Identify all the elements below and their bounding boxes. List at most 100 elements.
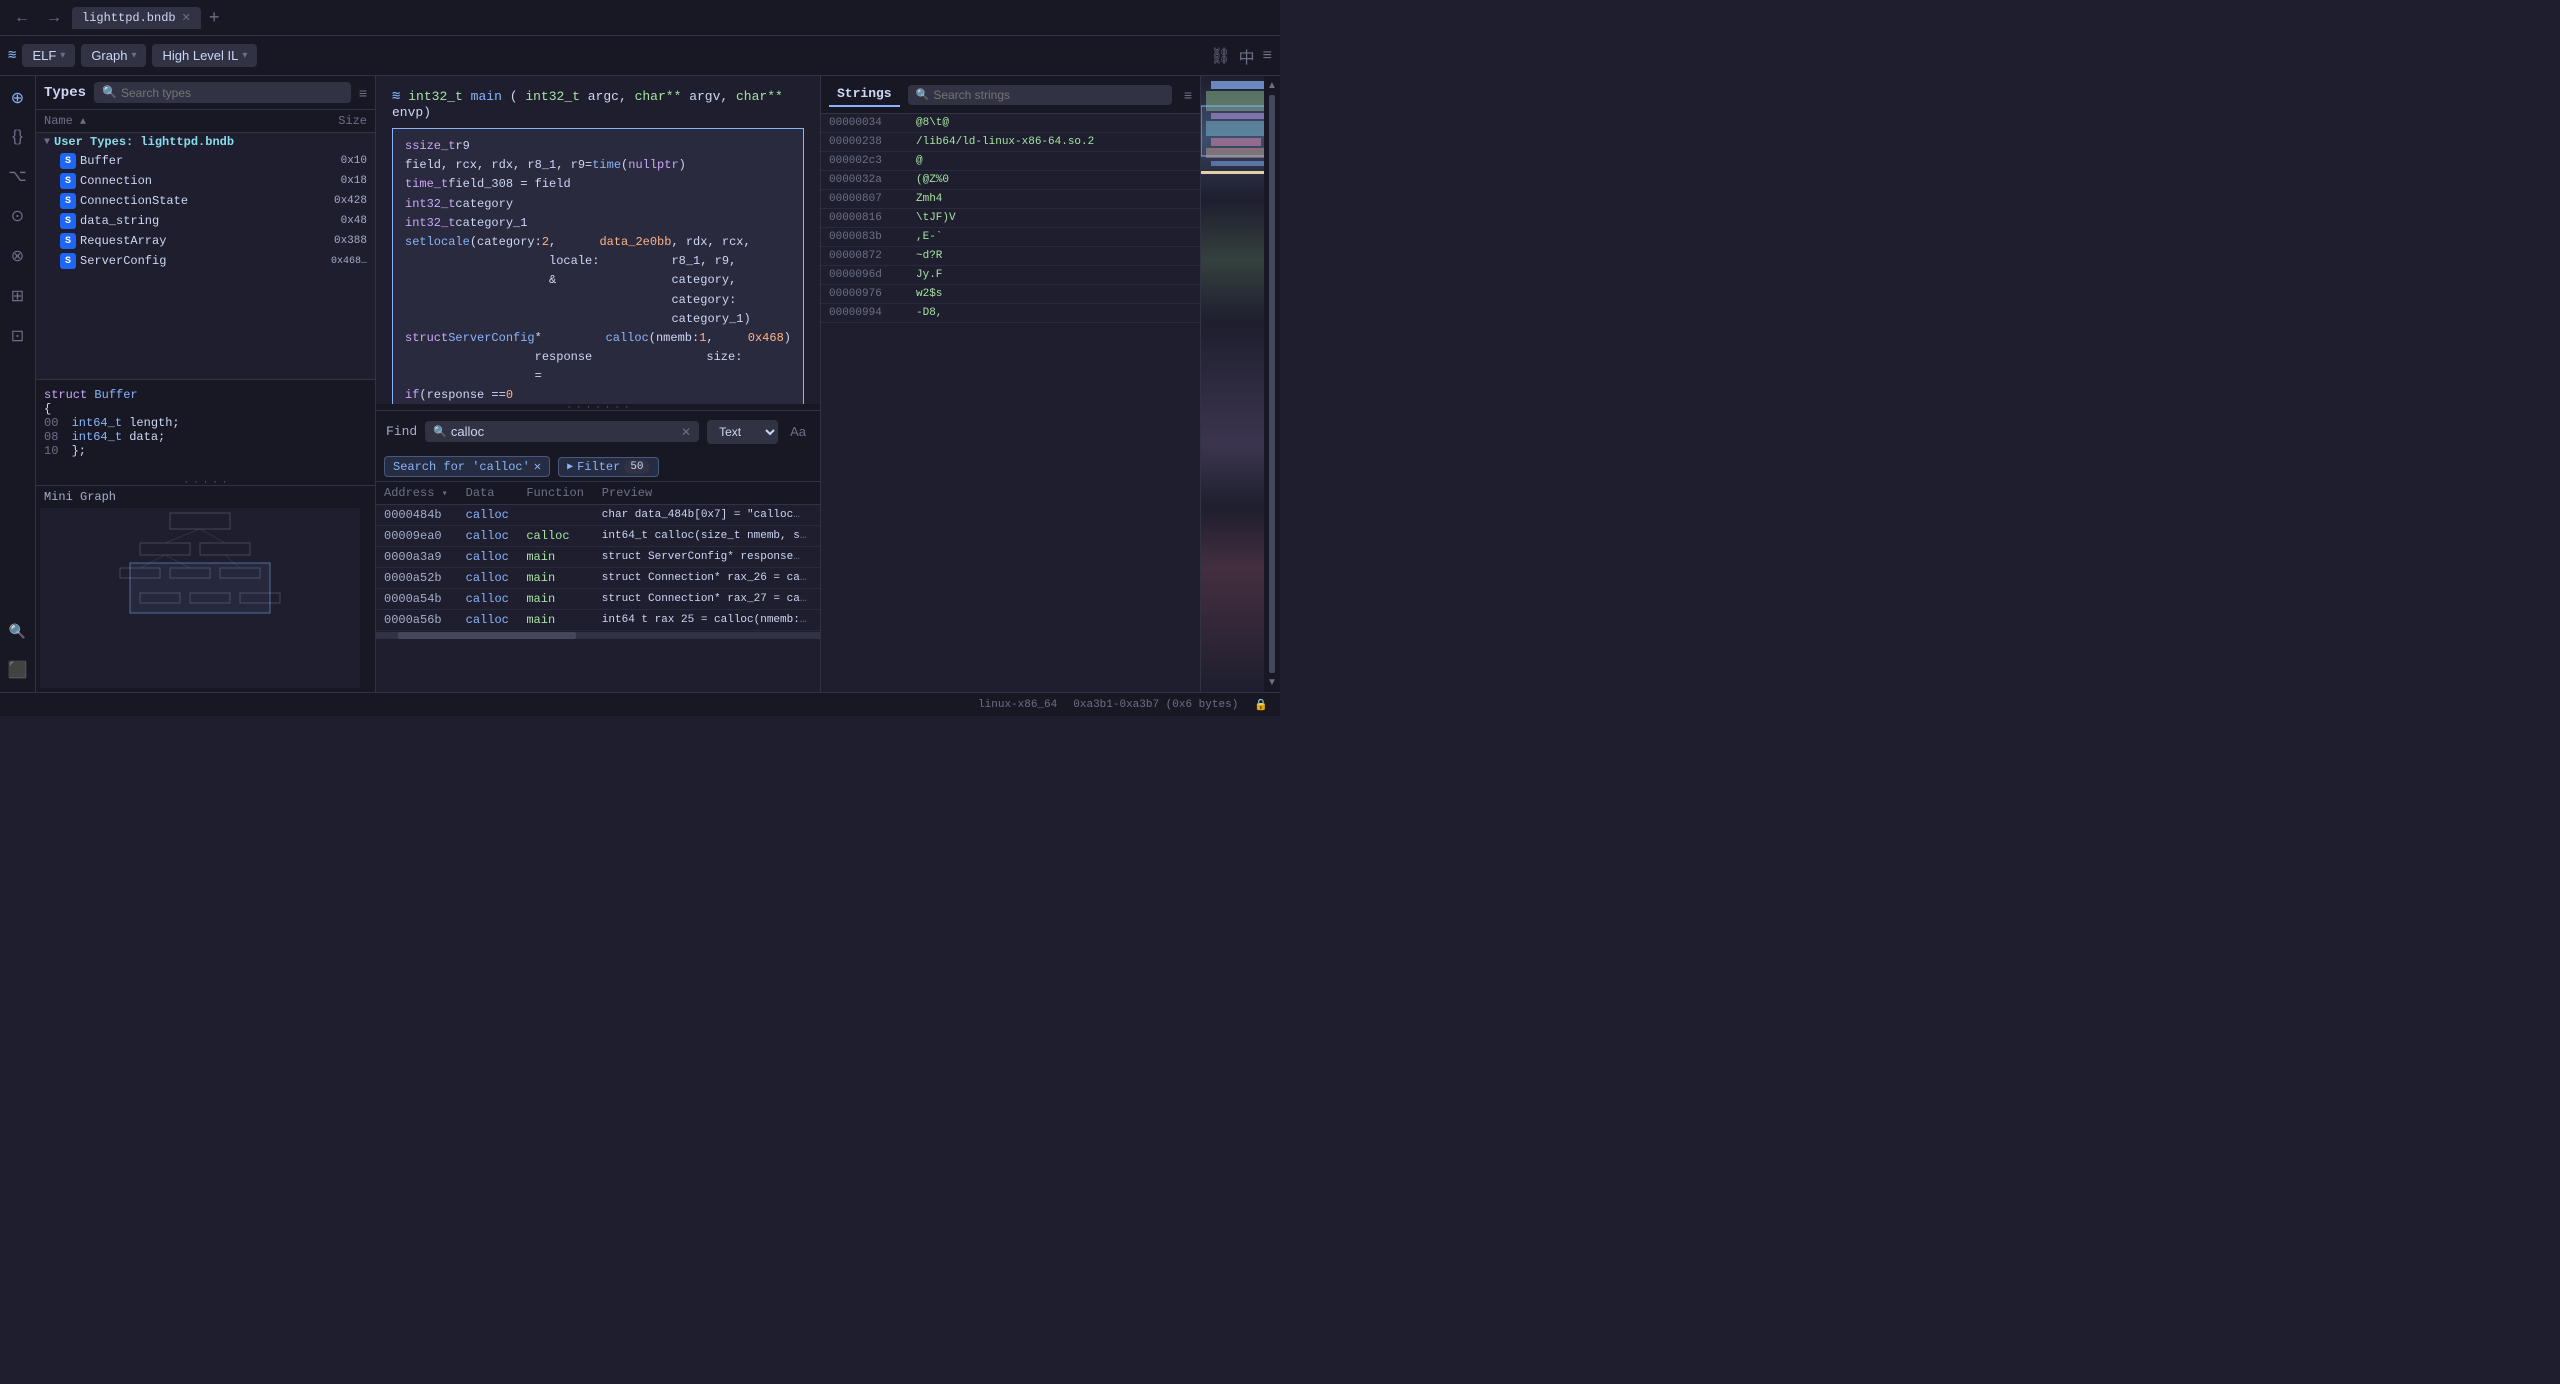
list-item[interactable]: 00000816 \tJF)V — [821, 209, 1200, 228]
search-tag[interactable]: Search for 'calloc' ✕ — [384, 456, 550, 477]
elf-dropdown[interactable]: ELF ▾ — [22, 44, 75, 67]
rail-icon-terminal[interactable]: ⬛ — [4, 656, 32, 684]
list-item[interactable]: 0000032a (@Z%0 — [821, 171, 1200, 190]
rail-icon-extra[interactable]: ⊡ — [7, 322, 28, 350]
result-data: calloc — [458, 568, 519, 589]
string-value: ~d?R — [916, 250, 942, 262]
rail-icon-search[interactable]: ⊙ — [7, 202, 28, 230]
find-input-wrapper[interactable]: 🔍 ✕ — [425, 421, 699, 442]
list-item[interactable]: 00000807 Zmh4 — [821, 190, 1200, 209]
menu-icon[interactable]: ≡ — [1263, 47, 1272, 65]
result-addr: 0000484b — [376, 505, 458, 526]
strings-search-input[interactable] — [933, 88, 1164, 102]
tab-lighttpd[interactable]: lighttpd.bndb ✕ — [72, 7, 201, 29]
types-panel-header: Types 🔍 ≡ — [36, 76, 375, 110]
strings-search-box[interactable]: 🔍 — [908, 85, 1172, 105]
table-row[interactable]: 0000a3a9 calloc main struct ServerConfig… — [376, 547, 820, 568]
rail-icon-patches[interactable]: ⊞ — [7, 282, 28, 310]
string-addr: 00000994 — [829, 307, 904, 319]
forward-button[interactable]: → — [40, 7, 68, 29]
result-addr: 00009ea0 — [376, 526, 458, 547]
find-input[interactable] — [451, 424, 677, 439]
table-row[interactable]: 0000a54b calloc main struct Connection* … — [376, 589, 820, 610]
strings-tab[interactable]: Strings — [829, 82, 900, 107]
string-addr: 0000083b — [829, 231, 904, 243]
case-sensitive-button[interactable]: Aa — [786, 422, 810, 441]
list-item[interactable]: 00000976 w2$s — [821, 285, 1200, 304]
string-addr: 00000872 — [829, 250, 904, 262]
list-item[interactable]: 0000083b ,E-` — [821, 228, 1200, 247]
main-layout: ⊕ {} ⌥ ⊙ ⊗ ⊞ ⊡ 🔍 ⬛ Types 🔍 ≡ Name ▲ Size — [0, 76, 1280, 692]
types-search-input[interactable] — [121, 86, 343, 100]
list-item[interactable]: S data_string 0x48 — [36, 211, 375, 231]
elf-dropdown-arrow: ▾ — [60, 50, 65, 61]
types-group[interactable]: ▼ User Types: lighttpd.bndb — [36, 133, 375, 151]
result-data: calloc — [458, 505, 519, 526]
types-menu-button[interactable]: ≡ — [359, 85, 367, 101]
lock-icon: 🔒 — [1254, 698, 1268, 712]
link-icon[interactable]: ⛓ — [1210, 46, 1230, 66]
code-area[interactable]: ≋ int32_t main ( int32_t argc, char** ar… — [376, 76, 820, 404]
type-size-connection: 0x18 — [341, 175, 367, 187]
col-address-header[interactable]: Address ▾ — [376, 482, 458, 505]
table-row[interactable]: 00009ea0 calloc calloc int64_t calloc(si… — [376, 526, 820, 547]
group-expand-arrow: ▼ — [44, 137, 50, 148]
search-tag-close[interactable]: ✕ — [534, 459, 541, 474]
type-badge-buffer: S — [60, 153, 76, 169]
strings-menu-button[interactable]: ≡ — [1184, 87, 1192, 103]
list-item[interactable]: S ConnectionState 0x428 — [36, 191, 375, 211]
string-addr: 00000816 — [829, 212, 904, 224]
find-clear-button[interactable]: ✕ — [681, 425, 691, 439]
hlil-dropdown[interactable]: High Level IL ▾ — [152, 44, 257, 67]
strings-list: 00000034 @8\t@ 00000238 /lib64/ld-linux-… — [821, 114, 1200, 692]
col-preview-header[interactable]: Preview — [594, 482, 820, 505]
code-line: int32_t category — [405, 195, 791, 214]
types-search-box[interactable]: 🔍 — [94, 82, 351, 103]
scrollbar-controls: ▲ ▼ — [1264, 76, 1280, 692]
type-name-connectionstate: ConnectionState — [80, 194, 188, 208]
types-table-header: Name ▲ Size — [36, 110, 375, 133]
list-item[interactable]: S RequestArray 0x388 — [36, 231, 375, 251]
list-item[interactable]: 000002c3 @ — [821, 152, 1200, 171]
scroll-up-button[interactable]: ▲ — [1267, 80, 1277, 91]
list-item[interactable]: 00000994 -D8, — [821, 304, 1200, 323]
rail-icon-types[interactable]: ⊕ — [7, 84, 28, 112]
function-prefix-icon: ≋ — [392, 89, 400, 105]
rail-icon-search-bottom[interactable]: 🔍 — [5, 619, 30, 644]
table-row[interactable]: 0000a52b calloc main struct Connection* … — [376, 568, 820, 589]
list-item[interactable]: S ServerConfig 0x468… — [36, 251, 375, 271]
new-tab-button[interactable]: + — [205, 7, 224, 28]
result-preview: struct ServerConfig* response… — [594, 547, 820, 568]
list-item[interactable]: 00000238 /lib64/ld-linux-x86-64.so.2 — [821, 133, 1200, 152]
main-toolbar: ≋ ELF ▾ Graph ▾ High Level IL ▾ ⛓ 中 ≡ — [0, 36, 1280, 76]
results-toolbar: Search for 'calloc' ✕ ▶ Filter 50 — [376, 452, 820, 482]
col-function-header[interactable]: Function — [518, 482, 593, 505]
language-icon[interactable]: 中 — [1239, 44, 1255, 68]
back-button[interactable]: ← — [8, 7, 36, 29]
rail-icon-struct[interactable]: {} — [8, 124, 27, 150]
filter-label: Filter — [577, 460, 620, 474]
list-item[interactable]: S Connection 0x18 — [36, 171, 375, 191]
string-addr: 00000976 — [829, 288, 904, 300]
graph-dropdown[interactable]: Graph ▾ — [81, 44, 146, 67]
list-item[interactable]: S Buffer 0x10 — [36, 151, 375, 171]
find-type-select[interactable]: Text Hex Regex — [707, 420, 778, 444]
list-item[interactable]: 00000034 @8\t@ — [821, 114, 1200, 133]
result-data: calloc — [458, 526, 519, 547]
platform-label: linux-x86_64 — [978, 699, 1057, 711]
table-row[interactable]: 0000484b calloc char data_484b[0x7] = "c… — [376, 505, 820, 526]
scroll-down-button[interactable]: ▼ — [1267, 677, 1277, 688]
list-item[interactable]: 0000096d Jy.F — [821, 266, 1200, 285]
filter-tag[interactable]: ▶ Filter 50 — [558, 457, 658, 477]
code-line: int32_t category_1 — [405, 214, 791, 233]
table-row[interactable]: 0000a56b calloc main int64 t rax 25 = ca… — [376, 610, 820, 631]
string-addr: 00000807 — [829, 193, 904, 205]
col-data-header[interactable]: Data — [458, 482, 519, 505]
rail-icon-debug[interactable]: ⊗ — [7, 242, 28, 270]
scrollbar-thumb[interactable] — [1269, 95, 1275, 673]
tab-close-button[interactable]: ✕ — [182, 11, 191, 24]
rail-icon-nav[interactable]: ⌥ — [4, 162, 30, 190]
results-horizontal-scrollbar[interactable] — [376, 631, 820, 639]
list-item[interactable]: 00000872 ~d?R — [821, 247, 1200, 266]
function-header: ≋ int32_t main ( int32_t argc, char** ar… — [376, 84, 820, 124]
